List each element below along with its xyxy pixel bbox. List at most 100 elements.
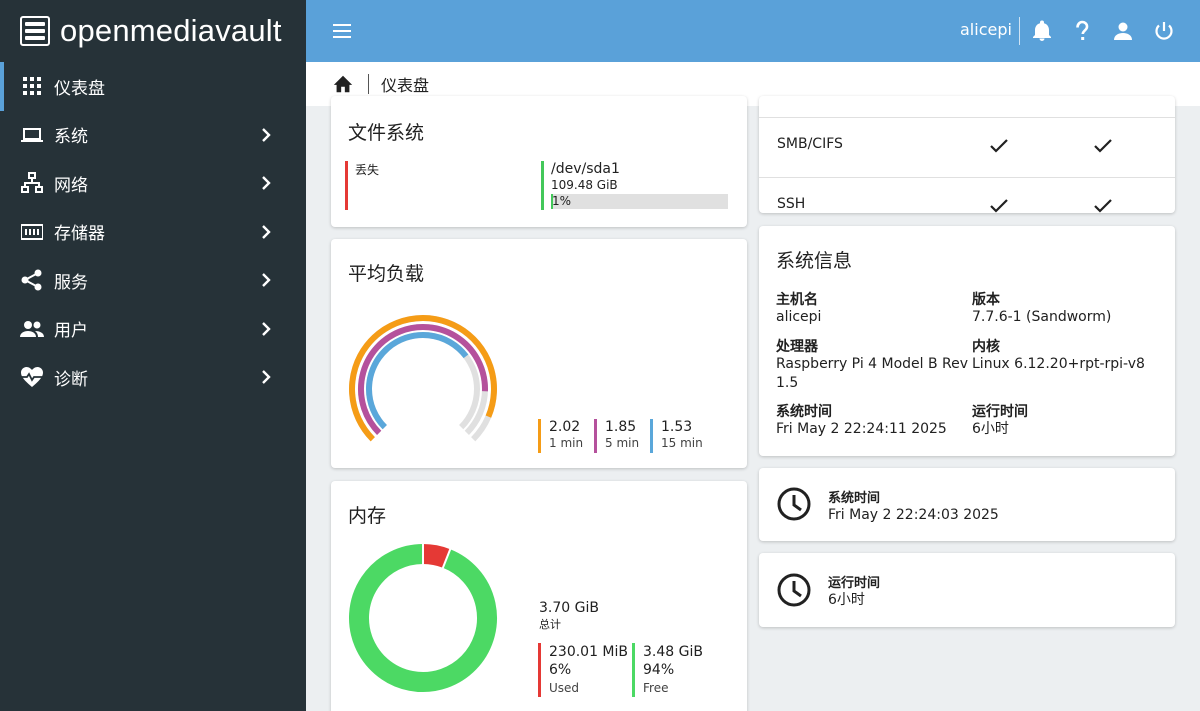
sidebar: openmediavault 仪表盘 系统 网络 存储器 服务 用户 诊断	[0, 0, 306, 711]
widget-value: Fri May 2 22:24:03 2025	[828, 507, 999, 523]
username: alicepi	[960, 20, 1012, 39]
sidebar-item-label: 系统	[54, 127, 88, 148]
filesystem-name: 丢失	[355, 163, 380, 177]
card-title: 系统信息	[776, 250, 853, 272]
widget-label: 运行时间	[828, 576, 881, 591]
sidebar-item-label: 存储器	[54, 224, 105, 245]
load-average-card: 平均负载 2.02 1 min 1.85 5 min 1.53 15 min	[331, 239, 747, 468]
uptime-value: 6小时	[972, 421, 1009, 437]
heart-pulse-icon	[20, 365, 44, 389]
load-5min: 1.85 5 min	[594, 419, 639, 453]
server-logo-icon	[20, 16, 50, 46]
memory-used-value: 230.01 MiB	[549, 644, 629, 660]
user-icon[interactable]	[1111, 19, 1135, 43]
brand-name: openmediavault	[60, 13, 282, 48]
home-icon[interactable]	[332, 73, 354, 95]
load-gauge-arc	[366, 332, 469, 430]
load-15min: 1.53 15 min	[650, 419, 703, 453]
system-time-value: Fri May 2 22:24:11 2025	[776, 421, 947, 437]
memory-total: 3.70 GiB 总计	[539, 599, 599, 633]
cpu-value-line1: Raspberry Pi 4 Model B Rev	[776, 356, 969, 372]
hostname-label: 主机名	[776, 292, 818, 308]
version-value: 7.7.6-1 (Sandworm)	[972, 309, 1112, 325]
load-value: 2.02	[549, 419, 581, 435]
memory-card: 内存 3.70 GiB 总计 230.01 MiB 6% Used 3.48 G…	[331, 481, 747, 711]
memory-total-label: 总计	[539, 618, 561, 631]
memory-used-percent: 6%	[549, 662, 572, 678]
bell-icon[interactable]	[1030, 19, 1054, 43]
sidebar-item-label: 仪表盘	[54, 78, 105, 99]
brand[interactable]: openmediavault	[0, 0, 306, 62]
sidebar-nav: 仪表盘 系统 网络 存储器 服务 用户 诊断	[0, 62, 306, 402]
widget-label: 系统时间	[828, 491, 881, 506]
sidebar-item-users[interactable]: 用户	[0, 305, 306, 354]
checkmark-icon	[1094, 199, 1112, 213]
memory-free-value: 3.48 GiB	[643, 644, 703, 660]
filesystem-missing[interactable]: 丢失	[345, 161, 379, 210]
version-label: 版本	[972, 292, 1000, 308]
breadcrumb-current: 仪表盘	[381, 76, 430, 95]
load-gauge	[349, 315, 497, 442]
clock-icon	[777, 573, 811, 607]
filesystem-sda1[interactable]: /dev/sda1 109.48 GiB 1%	[541, 161, 731, 210]
chevron-right-icon	[262, 273, 271, 287]
memory-used-label: Used	[549, 681, 580, 695]
users-icon	[20, 317, 44, 341]
share-icon	[20, 268, 44, 292]
storage-icon	[20, 220, 44, 244]
load-1min: 2.02 1 min	[538, 419, 583, 453]
help-icon[interactable]	[1070, 19, 1094, 43]
chevron-right-icon	[262, 370, 271, 384]
filesystem-usage-label: 1%	[552, 194, 572, 208]
power-icon[interactable]	[1152, 19, 1176, 43]
chevron-right-icon	[262, 127, 271, 142]
checkmark-icon	[990, 139, 1008, 153]
sidebar-item-services[interactable]: 服务	[0, 256, 306, 305]
service-name: SSH	[777, 196, 806, 212]
chevron-right-icon	[262, 176, 271, 190]
load-label: 5 min	[605, 436, 640, 450]
checkmark-icon	[1094, 139, 1112, 153]
filesystem-size: 109.48 GiB	[551, 178, 618, 192]
sidebar-item-storage[interactable]: 存储器	[0, 208, 306, 257]
filesystems-card: 文件系统 丢失 /dev/sda1 109.48 GiB 1%	[331, 96, 747, 227]
topbar: alicepi	[306, 0, 1200, 62]
load-label: 15 min	[661, 436, 703, 450]
memory-free-segment	[349, 544, 497, 692]
sidebar-item-system[interactable]: 系统	[0, 111, 306, 160]
service-row: SSH	[759, 177, 1175, 213]
load-value: 1.53	[661, 419, 693, 435]
network-icon	[20, 171, 44, 195]
laptop-icon	[20, 123, 44, 147]
card-title: 文件系统	[348, 122, 425, 144]
hostname-value: alicepi	[776, 309, 822, 325]
service-row: SMB/CIFS	[759, 117, 1175, 177]
memory-total-value: 3.70 GiB	[539, 600, 599, 616]
clock-icon	[777, 487, 811, 521]
sidebar-item-diagnostics[interactable]: 诊断	[0, 353, 306, 402]
sidebar-item-label: 服务	[54, 272, 88, 293]
load-value: 1.85	[605, 419, 637, 435]
sidebar-item-network[interactable]: 网络	[0, 159, 306, 208]
sidebar-item-dashboard[interactable]: 仪表盘	[0, 62, 306, 111]
kernel-value: Linux 6.12.20+rpt-rpi-v8	[972, 356, 1145, 372]
services-card: SMB/CIFS SSH	[759, 96, 1175, 213]
topbar-divider	[1019, 17, 1020, 45]
card-title: 内存	[348, 505, 387, 527]
filesystem-name: /dev/sda1	[551, 161, 620, 177]
menu-icon[interactable]	[330, 19, 354, 43]
checkmark-icon	[990, 199, 1008, 213]
memory-free: 3.48 GiB 94% Free	[632, 643, 703, 697]
memory-free-label: Free	[643, 681, 669, 695]
sidebar-item-label: 用户	[54, 321, 88, 342]
load-label: 1 min	[549, 436, 584, 450]
system-time-card: 系统时间 Fri May 2 22:24:03 2025	[759, 468, 1175, 541]
widget-value: 6小时	[828, 592, 865, 608]
memory-used-segment	[422, 544, 451, 568]
uptime-card: 运行时间 6小时	[759, 553, 1175, 627]
memory-free-percent: 94%	[643, 662, 675, 678]
uptime-label: 运行时间	[972, 404, 1028, 420]
card-title: 平均负载	[348, 263, 425, 285]
memory-used: 230.01 MiB 6% Used	[538, 643, 628, 697]
cpu-value-line2: 1.5	[776, 375, 799, 391]
